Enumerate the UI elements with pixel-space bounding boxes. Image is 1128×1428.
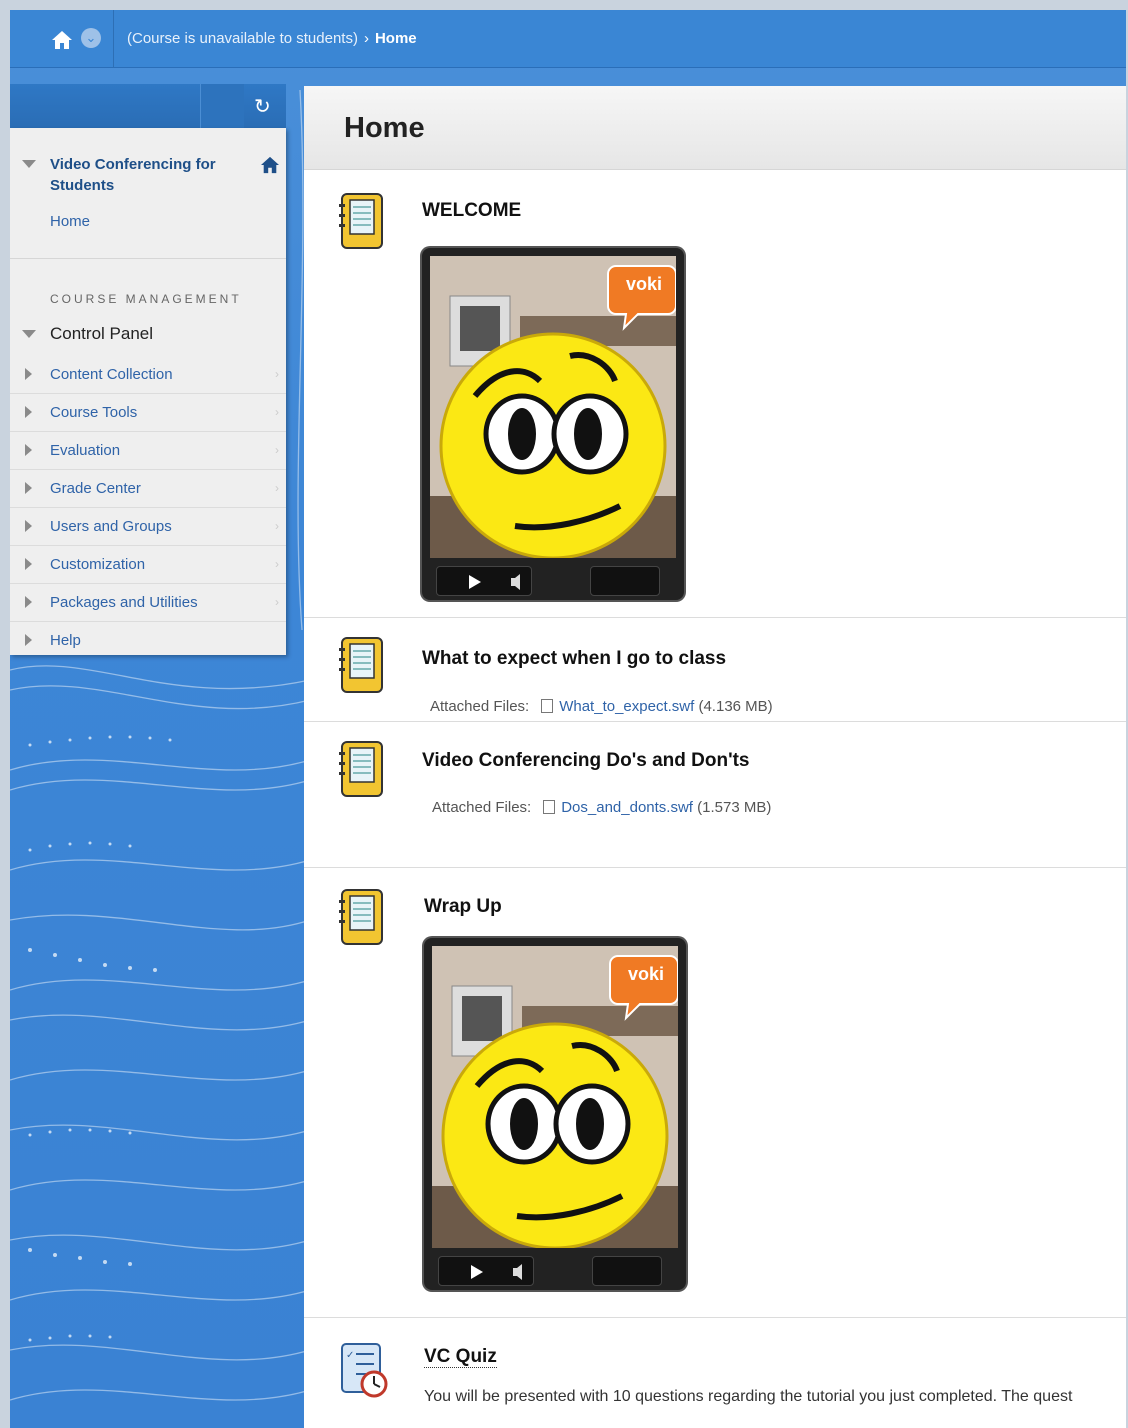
menu-item-content-collection[interactable]: Content Collection › xyxy=(10,356,286,394)
breadcrumb: (Course is unavailable to students) › Home xyxy=(127,30,417,47)
chevron-right-icon: › xyxy=(275,557,279,571)
top-breadcrumb-bar: ⌄ (Course is unavailable to students) › Ho… xyxy=(10,10,1126,68)
content-item: ✓ VC Quiz You will be presented with 10 … xyxy=(304,1318,1126,1428)
voki-avatar-image xyxy=(430,256,676,558)
item-title[interactable]: Video Conferencing Do's and Don'ts xyxy=(422,750,750,772)
voki-brand-label: voki xyxy=(628,964,665,984)
voki-screen: voki xyxy=(432,946,678,1248)
content-item-icon xyxy=(339,741,383,797)
chevron-right-icon: › xyxy=(275,481,279,495)
chevron-right-icon: › xyxy=(275,405,279,419)
item-title: WELCOME xyxy=(422,200,522,221)
collapse-control-panel-icon[interactable] xyxy=(22,330,36,338)
attached-files-label: Attached Files: xyxy=(432,799,532,816)
content-item: What to expect when I go to class Attach… xyxy=(304,618,1126,722)
control-panel-label[interactable]: Control Panel xyxy=(50,324,153,344)
attached-files-label: Attached Files: xyxy=(430,698,530,715)
play-icon[interactable] xyxy=(439,1257,535,1287)
expand-icon[interactable] xyxy=(25,634,32,646)
content-item-icon xyxy=(339,193,383,249)
expand-icon[interactable] xyxy=(25,520,32,532)
menu-item-evaluation[interactable]: Evaluation › xyxy=(10,432,286,470)
breadcrumb-separator: › xyxy=(363,30,369,47)
file-size: (4.136 MB) xyxy=(698,698,773,715)
menu-item-label[interactable]: Help xyxy=(50,632,81,649)
attached-files: Attached Files: What_to_expect.swf (4.136… xyxy=(430,698,773,715)
course-home-icon[interactable] xyxy=(260,156,280,174)
chevron-right-icon: › xyxy=(275,443,279,457)
course-management-label: COURSE MANAGEMENT xyxy=(50,292,242,306)
play-icon[interactable] xyxy=(437,567,533,597)
expand-icon[interactable] xyxy=(25,406,32,418)
item-title[interactable]: VC Quiz xyxy=(424,1346,497,1368)
expand-icon[interactable] xyxy=(25,444,32,456)
file-size: (1.573 MB) xyxy=(697,799,772,816)
app-frame: ⌄ (Course is unavailable to students) › Ho… xyxy=(10,10,1126,1428)
content-header: Home xyxy=(304,86,1126,170)
course-menu-header: ↻ xyxy=(10,84,286,128)
menu-tab[interactable] xyxy=(200,84,244,128)
voki-brand-label: voki xyxy=(626,274,663,294)
voki-player[interactable]: voki xyxy=(424,938,686,1290)
menu-item-label[interactable]: Packages and Utilities xyxy=(50,594,198,611)
voki-screen: voki xyxy=(430,256,676,558)
file-link[interactable]: Dos_and_donts.swf xyxy=(561,799,693,816)
content-item-icon xyxy=(339,889,383,945)
menu-item-customization[interactable]: Customization › xyxy=(10,546,286,584)
menu-item-grade-center[interactable]: Grade Center › xyxy=(10,470,286,508)
menu-item-packages-and-utilities[interactable]: Packages and Utilities › xyxy=(10,584,286,622)
attached-files: Attached Files: Dos_and_donts.swf (1.573 … xyxy=(432,799,771,816)
menu-item-help[interactable]: Help xyxy=(10,622,286,660)
voki-extra-controls[interactable] xyxy=(590,566,660,596)
content-item-icon xyxy=(339,637,383,693)
chevron-right-icon: › xyxy=(275,595,279,609)
file-icon xyxy=(543,800,556,814)
item-title[interactable]: What to expect when I go to class xyxy=(422,648,726,670)
chevron-right-icon: › xyxy=(275,367,279,381)
voki-play-controls[interactable] xyxy=(436,566,532,596)
course-title[interactable]: Video Conferencing for Students xyxy=(50,154,240,196)
content-item: Video Conferencing Do's and Don'ts Attac… xyxy=(304,722,1126,868)
expand-icon[interactable] xyxy=(25,596,32,608)
expand-icon[interactable] xyxy=(25,558,32,570)
voki-extra-controls[interactable] xyxy=(592,1256,662,1286)
menu-item-label[interactable]: Grade Center xyxy=(50,480,141,497)
breadcrumb-course-status[interactable]: (Course is unavailable to students) xyxy=(127,30,358,47)
content-item: WELCOME voki xyxy=(304,170,1126,618)
home-icon[interactable] xyxy=(51,30,73,50)
content-item: Wrap Up voki xyxy=(304,868,1126,1318)
collapse-course-icon[interactable] xyxy=(22,160,36,168)
refresh-icon[interactable]: ↻ xyxy=(254,94,271,119)
svg-text:✓: ✓ xyxy=(346,1350,354,1361)
menu-item-label[interactable]: Customization xyxy=(50,556,145,573)
voki-play-controls[interactable] xyxy=(438,1256,534,1286)
page-title: Home xyxy=(344,112,425,144)
menu-item-course-tools[interactable]: Course Tools › xyxy=(10,394,286,432)
chevron-down-icon[interactable]: ⌄ xyxy=(81,28,101,48)
voki-avatar-image xyxy=(432,946,678,1248)
voki-player[interactable]: voki xyxy=(422,248,684,600)
breadcrumb-current: Home xyxy=(374,30,417,47)
quiz-description: You will be presented with 10 questions … xyxy=(424,1388,1073,1405)
control-panel-list: Content Collection › Course Tools › Eval… xyxy=(10,356,286,660)
chevron-right-icon: › xyxy=(275,519,279,533)
item-title: Wrap Up xyxy=(424,896,502,917)
course-menu: Video Conferencing for Students Home COU… xyxy=(10,128,286,655)
menu-home-link[interactable]: Home xyxy=(50,213,90,230)
menu-item-label[interactable]: Users and Groups xyxy=(50,518,172,535)
test-clock-icon: ✓ xyxy=(341,1343,388,1398)
expand-icon[interactable] xyxy=(25,368,32,380)
file-icon xyxy=(541,699,554,713)
home-menu-box: ⌄ xyxy=(10,10,114,68)
menu-item-label[interactable]: Content Collection xyxy=(50,366,173,383)
expand-icon[interactable] xyxy=(25,482,32,494)
menu-item-label[interactable]: Evaluation xyxy=(50,442,120,459)
quiz-title-link[interactable]: VC Quiz xyxy=(424,1346,497,1368)
menu-divider xyxy=(10,258,286,259)
file-link[interactable]: What_to_expect.swf xyxy=(559,698,694,715)
menu-item-users-and-groups[interactable]: Users and Groups › xyxy=(10,508,286,546)
content-area: Home WELCOME voki What to expect when I … xyxy=(304,86,1126,1428)
menu-item-label[interactable]: Course Tools xyxy=(50,404,137,421)
